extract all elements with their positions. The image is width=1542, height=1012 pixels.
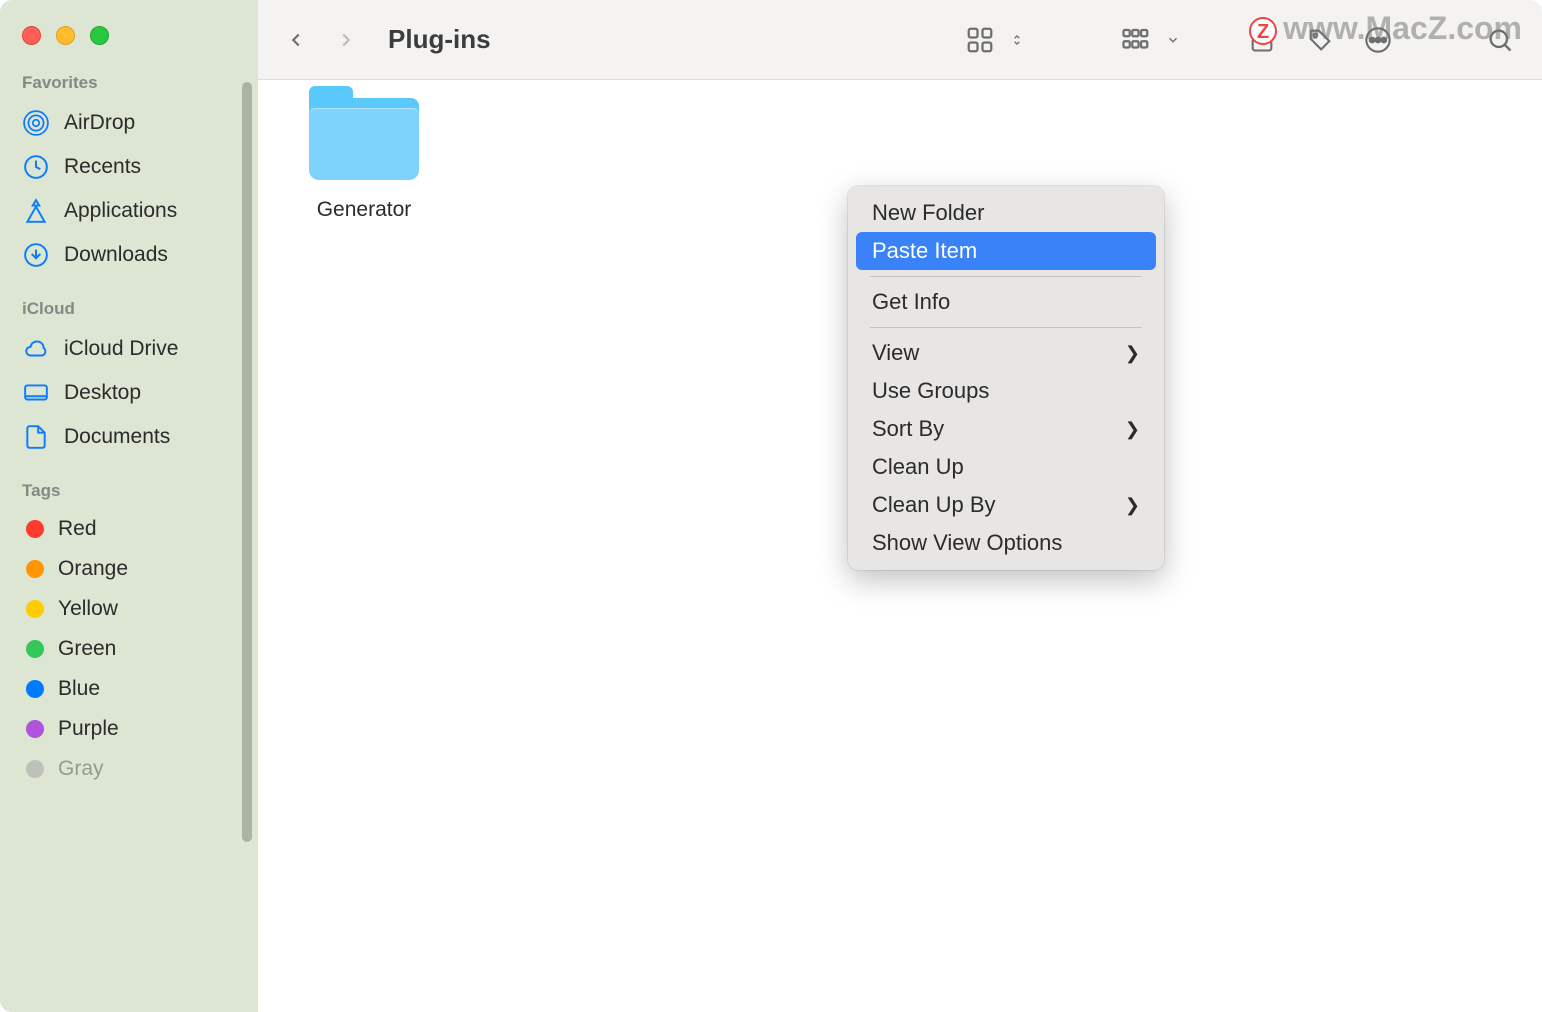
tag-dot-icon bbox=[26, 560, 44, 578]
sidebar: Favorites AirDrop Recents Applications D… bbox=[0, 0, 258, 1012]
icon-view-icon bbox=[958, 18, 1002, 62]
folder-icon bbox=[309, 98, 419, 188]
tag-dot-icon bbox=[26, 520, 44, 538]
sidebar-item-documents[interactable]: Documents bbox=[0, 415, 258, 459]
sidebar-item-label: Yellow bbox=[58, 597, 118, 621]
sidebar-item-label: Purple bbox=[58, 717, 119, 741]
tag-dot-icon bbox=[26, 760, 44, 778]
maximize-button[interactable] bbox=[90, 26, 109, 45]
sidebar-item-downloads[interactable]: Downloads bbox=[0, 233, 258, 277]
context-menu: New Folder Paste Item Get Info View ❯ Us… bbox=[848, 186, 1164, 570]
sidebar-item-label: Orange bbox=[58, 557, 128, 581]
menu-new-folder[interactable]: New Folder bbox=[856, 194, 1156, 232]
tag-dot-icon bbox=[26, 640, 44, 658]
sidebar-item-label: Downloads bbox=[64, 243, 168, 267]
window-title: Plug-ins bbox=[388, 24, 491, 55]
sidebar-item-label: Green bbox=[58, 637, 116, 661]
airdrop-icon bbox=[22, 109, 50, 137]
toolbar: Plug-ins bbox=[258, 0, 1542, 80]
window-controls bbox=[0, 0, 258, 45]
sidebar-item-label: Recents bbox=[64, 155, 141, 179]
tag-dot-icon bbox=[26, 600, 44, 618]
sidebar-item-label: Desktop bbox=[64, 381, 141, 405]
menu-clean-up-by[interactable]: Clean Up By ❯ bbox=[856, 486, 1156, 524]
menu-view[interactable]: View ❯ bbox=[856, 334, 1156, 372]
menu-item-label: New Folder bbox=[872, 200, 984, 226]
finder-window: Favorites AirDrop Recents Applications D… bbox=[0, 0, 1542, 1012]
menu-show-view-options[interactable]: Show View Options bbox=[856, 524, 1156, 562]
sidebar-section-tags: Tags bbox=[0, 459, 258, 509]
chevron-right-icon: ❯ bbox=[1125, 495, 1140, 516]
sidebar-tag-red[interactable]: Red bbox=[0, 509, 258, 549]
search-button[interactable] bbox=[1478, 18, 1522, 62]
menu-item-label: Get Info bbox=[872, 289, 950, 315]
sidebar-tag-blue[interactable]: Blue bbox=[0, 669, 258, 709]
menu-item-label: Show View Options bbox=[872, 530, 1062, 556]
sidebar-tag-green[interactable]: Green bbox=[0, 629, 258, 669]
download-icon bbox=[22, 241, 50, 269]
main-pane: Plug-ins bbox=[258, 0, 1542, 1012]
menu-item-label: Use Groups bbox=[872, 378, 989, 404]
group-icon bbox=[1114, 18, 1158, 62]
tag-dot-icon bbox=[26, 680, 44, 698]
sidebar-item-label: AirDrop bbox=[64, 111, 135, 135]
sidebar-item-label: Documents bbox=[64, 425, 170, 449]
clock-icon bbox=[22, 153, 50, 181]
desktop-icon bbox=[22, 379, 50, 407]
menu-item-label: Clean Up bbox=[872, 454, 964, 480]
sidebar-tag-yellow[interactable]: Yellow bbox=[0, 589, 258, 629]
sidebar-item-label: Red bbox=[58, 517, 97, 541]
forward-button[interactable] bbox=[328, 22, 364, 58]
sidebar-scrollbar[interactable] bbox=[242, 82, 252, 842]
content-area[interactable]: Generator New Folder Paste Item Get Info… bbox=[258, 80, 1542, 1012]
sidebar-item-label: iCloud Drive bbox=[64, 337, 178, 361]
tag-button[interactable] bbox=[1298, 18, 1342, 62]
minimize-button[interactable] bbox=[56, 26, 75, 45]
menu-item-label: Clean Up By bbox=[872, 492, 996, 518]
menu-use-groups[interactable]: Use Groups bbox=[856, 372, 1156, 410]
view-mode-control[interactable] bbox=[958, 18, 1026, 62]
folder-generator[interactable]: Generator bbox=[294, 98, 434, 222]
menu-sort-by[interactable]: Sort By ❯ bbox=[856, 410, 1156, 448]
menu-paste-item[interactable]: Paste Item bbox=[856, 232, 1156, 270]
sidebar-section-favorites: Favorites bbox=[0, 45, 258, 101]
action-button[interactable] bbox=[1356, 18, 1400, 62]
menu-item-label: View bbox=[872, 340, 919, 366]
sidebar-item-label: Blue bbox=[58, 677, 100, 701]
chevron-right-icon: ❯ bbox=[1125, 419, 1140, 440]
close-button[interactable] bbox=[22, 26, 41, 45]
menu-get-info[interactable]: Get Info bbox=[856, 283, 1156, 321]
menu-item-label: Paste Item bbox=[872, 238, 977, 264]
cloud-icon bbox=[22, 335, 50, 363]
sidebar-item-recents[interactable]: Recents bbox=[0, 145, 258, 189]
group-by-control[interactable] bbox=[1114, 18, 1182, 62]
tag-dot-icon bbox=[26, 720, 44, 738]
sidebar-section-icloud: iCloud bbox=[0, 277, 258, 327]
sidebar-item-applications[interactable]: Applications bbox=[0, 189, 258, 233]
chevron-right-icon: ❯ bbox=[1125, 343, 1140, 364]
sidebar-tag-purple[interactable]: Purple bbox=[0, 709, 258, 749]
sidebar-item-label: Gray bbox=[58, 757, 104, 781]
back-button[interactable] bbox=[278, 22, 314, 58]
sidebar-tag-orange[interactable]: Orange bbox=[0, 549, 258, 589]
chevron-down-icon bbox=[1164, 18, 1182, 62]
share-button[interactable] bbox=[1240, 18, 1284, 62]
sidebar-tag-gray[interactable]: Gray bbox=[0, 749, 258, 789]
document-icon bbox=[22, 423, 50, 451]
apps-icon bbox=[22, 197, 50, 225]
sidebar-item-airdrop[interactable]: AirDrop bbox=[0, 101, 258, 145]
sidebar-item-icloud-drive[interactable]: iCloud Drive bbox=[0, 327, 258, 371]
menu-separator bbox=[870, 327, 1142, 328]
chevron-updown-icon bbox=[1008, 18, 1026, 62]
folder-label: Generator bbox=[317, 198, 412, 222]
menu-separator bbox=[870, 276, 1142, 277]
sidebar-item-label: Applications bbox=[64, 199, 177, 223]
sidebar-item-desktop[interactable]: Desktop bbox=[0, 371, 258, 415]
menu-clean-up[interactable]: Clean Up bbox=[856, 448, 1156, 486]
menu-item-label: Sort By bbox=[872, 416, 944, 442]
